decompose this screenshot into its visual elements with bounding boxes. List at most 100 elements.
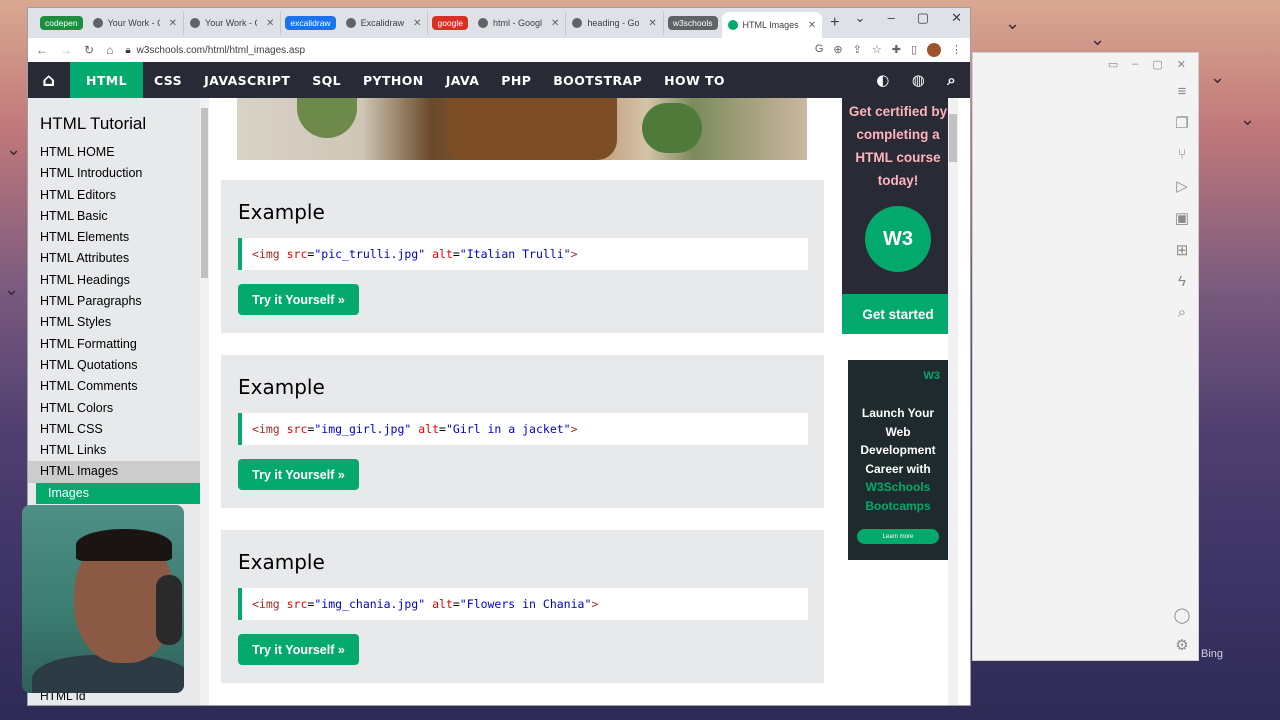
kebab-menu-icon[interactable]: ⋮ — [951, 43, 962, 57]
sidebar-link-html-basic[interactable]: HTML Basic — [28, 206, 200, 227]
code-tag-close: > — [591, 597, 599, 611]
webcam-overlay — [22, 505, 184, 693]
sidebar-link-html-editors[interactable]: HTML Editors — [28, 185, 200, 206]
nav-item-css[interactable]: CSS — [143, 62, 193, 98]
tab-close-icon[interactable]: ✕ — [169, 18, 177, 29]
browser-tab[interactable]: html - Googl ✕ — [472, 11, 567, 35]
nav-item-bootstrap[interactable]: BOOTSTRAP — [542, 62, 653, 98]
globe-icon[interactable]: ◍ — [912, 71, 926, 89]
theme-toggle-icon[interactable]: ◐ — [876, 71, 890, 89]
tab-group-w3schools[interactable]: w3schools — [664, 11, 722, 35]
sidebar-scrollbar[interactable] — [200, 98, 209, 705]
sidebar-link-html-quotations[interactable]: HTML Quotations — [28, 355, 200, 376]
page-scrollbar[interactable] — [948, 98, 958, 705]
profile-avatar[interactable] — [927, 43, 941, 57]
tab-close-icon[interactable]: ✕ — [808, 20, 816, 31]
sidebar-sublink-images[interactable]: Images — [36, 482, 200, 505]
extensions-icon[interactable]: ⊞ — [1176, 241, 1189, 259]
activity-bar-bottom: ◯ ⚙ — [1166, 606, 1198, 654]
google-icon[interactable]: G — [815, 43, 824, 57]
close-icon[interactable]: ✕ — [1177, 58, 1186, 71]
nav-item-javascript[interactable]: JAVASCRIPT — [193, 62, 301, 98]
sidepanel-icon[interactable]: ▯ — [911, 43, 917, 57]
browser-tab[interactable]: Your Work - C ✕ — [184, 11, 282, 35]
tab-group-label: codepen — [40, 16, 83, 30]
webcam-person-hair — [76, 529, 172, 561]
run-debug-icon[interactable]: ▷ — [1176, 177, 1188, 195]
nav-item-how-to[interactable]: HOW TO — [653, 62, 736, 98]
sidebar-link-html-links[interactable]: HTML Links — [28, 440, 200, 461]
zoom-icon[interactable]: ⊕ — [833, 43, 842, 57]
menu-icon[interactable]: ≡ — [1178, 83, 1187, 100]
sidebar-link-html-attributes[interactable]: HTML Attributes — [28, 248, 200, 269]
certification-ad[interactable]: Get certified by completing a HTML cours… — [842, 98, 954, 334]
nav-item-sql[interactable]: SQL — [301, 62, 352, 98]
sidebar-link-html-paragraphs[interactable]: HTML Paragraphs — [28, 291, 200, 312]
scrollbar-thumb[interactable] — [949, 114, 957, 162]
editor-window[interactable]: ▭ – ▢ ✕ ≡ ❐ ⑂ ▷ ▣ ⊞ ϟ ⌕ ◯ ⚙ — [972, 52, 1199, 661]
settings-gear-icon[interactable]: ⚙ — [1175, 636, 1188, 654]
nav-item-html[interactable]: HTML — [70, 62, 143, 98]
remote-icon[interactable]: ▣ — [1175, 209, 1189, 227]
url-field[interactable]: 🔒︎ w3schools.com/html/html_images.asp — [125, 45, 803, 56]
sidebar-link-html-formatting[interactable]: HTML Formatting — [28, 334, 200, 355]
forward-icon[interactable]: → — [60, 43, 72, 57]
sidebar-link-html-introduction[interactable]: HTML Introduction — [28, 163, 200, 184]
minimize-icon[interactable]: – — [1132, 58, 1138, 70]
learn-more-button[interactable]: Learn more — [857, 529, 939, 544]
home-icon[interactable]: ⌂ — [28, 62, 70, 98]
nav-item-python[interactable]: PYTHON — [352, 62, 435, 98]
share-icon[interactable]: ⇪ — [853, 43, 862, 57]
sidebar-link-html-images[interactable]: HTML Images — [28, 461, 200, 483]
tab-close-icon[interactable]: ✕ — [648, 18, 656, 29]
minimize-icon[interactable]: – — [888, 10, 895, 26]
close-icon[interactable]: ✕ — [951, 10, 962, 26]
extensions-puzzle-icon[interactable]: ✚ — [892, 43, 901, 57]
browser-tab[interactable]: Your Work - C ✕ — [87, 11, 185, 35]
sidebar-link-html-headings[interactable]: HTML Headings — [28, 270, 200, 291]
try-it-yourself-button[interactable]: Try it Yourself » — [238, 459, 359, 490]
back-icon[interactable]: ← — [36, 43, 48, 57]
home-icon[interactable]: ⌂ — [106, 43, 113, 57]
sidebar-link-html-elements[interactable]: HTML Elements — [28, 227, 200, 248]
search-icon[interactable]: ⌕ — [1178, 304, 1186, 321]
explorer-icon[interactable]: ❐ — [1175, 114, 1188, 132]
browser-tab[interactable]: Excalidraw ✕ — [340, 11, 429, 35]
reload-icon[interactable]: ↻ — [84, 43, 94, 57]
source-control-icon[interactable]: ⑂ — [1177, 146, 1186, 163]
search-icon[interactable]: ⌕ — [947, 71, 956, 89]
scrollbar-thumb[interactable] — [201, 108, 208, 278]
sidebar-link-html-comments[interactable]: HTML Comments — [28, 376, 200, 397]
tab-group-excalidraw[interactable]: excalidraw — [281, 11, 339, 35]
browser-tab[interactable]: heading - Go ✕ — [566, 11, 664, 35]
tab-active[interactable]: HTML Images ✕ — [721, 12, 823, 38]
sidebar-link-html-home[interactable]: HTML HOME — [28, 142, 200, 163]
tab-close-icon[interactable]: ✕ — [266, 18, 274, 29]
try-it-yourself-button[interactable]: Try it Yourself » — [238, 284, 359, 315]
nav-right-icons: ◐ ◍ ⌕ — [876, 62, 956, 98]
maximize-icon[interactable]: ▢ — [1152, 58, 1162, 71]
nav-item-java[interactable]: JAVA — [435, 62, 491, 98]
get-started-button[interactable]: Get started — [842, 294, 954, 334]
lock-icon[interactable]: 🔒︎ — [125, 45, 130, 56]
tab-group-google[interactable]: google — [428, 11, 472, 35]
sidebar-link-html-css[interactable]: HTML CSS — [28, 419, 200, 440]
maximize-icon[interactable]: ▢ — [917, 10, 929, 26]
account-icon[interactable]: ◯ — [1174, 606, 1191, 624]
nav-item-php[interactable]: PHP — [490, 62, 542, 98]
sidebar-link-html-styles[interactable]: HTML Styles — [28, 312, 200, 333]
new-tab-icon[interactable]: + — [822, 14, 847, 32]
lightning-icon[interactable]: ϟ — [1178, 273, 1186, 290]
favicon-icon — [92, 18, 103, 28]
chevron-down-icon[interactable]: ⌄ — [855, 10, 866, 26]
try-it-yourself-button[interactable]: Try it Yourself » — [238, 634, 359, 665]
bookmark-star-icon[interactable]: ☆ — [872, 43, 882, 57]
tab-group-codepen[interactable]: codepen — [36, 11, 87, 35]
tab-close-icon[interactable]: ✕ — [413, 18, 421, 29]
alt-value: Italian Trulli — [466, 247, 564, 261]
sidebar-link-html-colors[interactable]: HTML Colors — [28, 398, 200, 419]
tab-close-icon[interactable]: ✕ — [551, 18, 559, 29]
layout-icon[interactable]: ▭ — [1108, 58, 1118, 71]
bootcamp-ad[interactable]: W3 Launch Your Web Development Career wi… — [848, 360, 948, 560]
url-text: w3schools.com/html/html_images.asp — [136, 44, 306, 56]
